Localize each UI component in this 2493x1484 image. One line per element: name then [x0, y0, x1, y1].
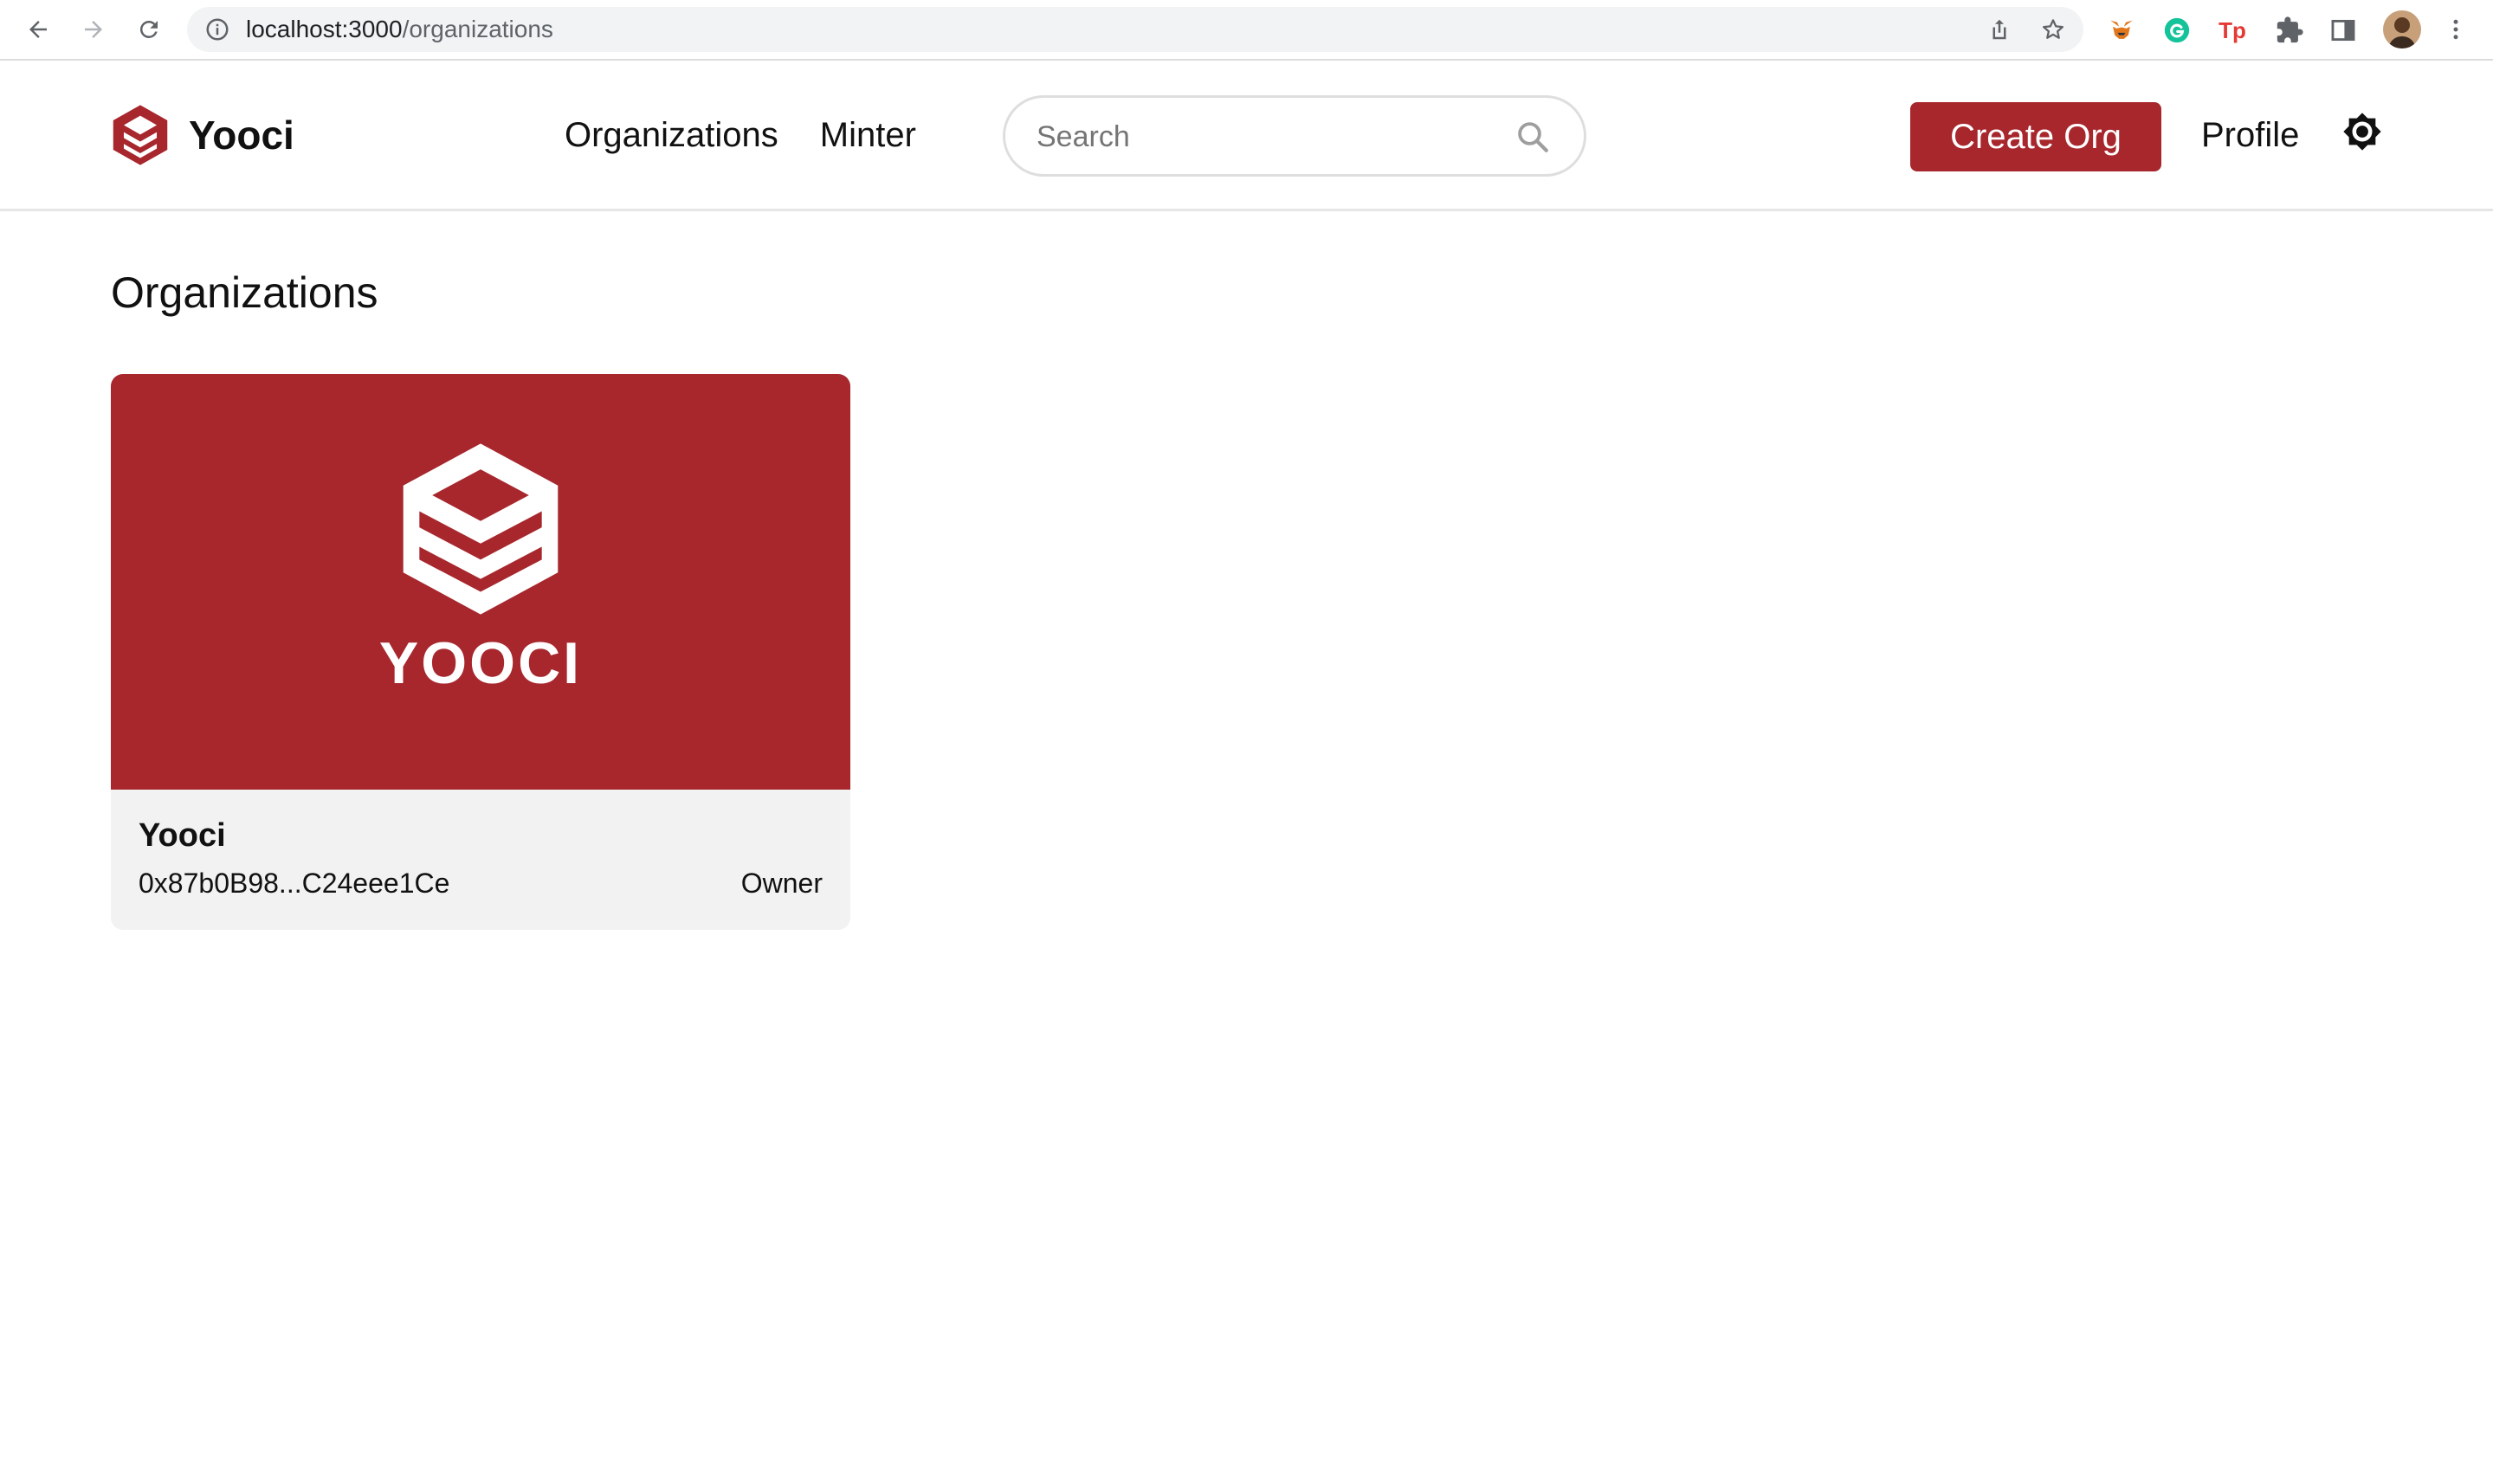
address-bar[interactable]: localhost:3000/organizations	[187, 7, 2083, 52]
brightness-icon	[2343, 113, 2381, 151]
browser-toolbar: localhost:3000/organizations Tp	[0, 0, 2493, 61]
yooci-cube-logo-icon	[403, 443, 559, 615]
reload-button[interactable]	[132, 12, 166, 47]
nav-link-minter[interactable]: Minter	[820, 114, 916, 156]
puzzle-icon[interactable]	[2274, 15, 2305, 46]
organization-address: 0x87b0B98...C24eee1Ce	[139, 868, 450, 899]
browser-profile-avatar[interactable]	[2383, 10, 2421, 48]
side-panel-glyph	[2331, 19, 2355, 42]
search-box	[1003, 95, 1586, 177]
profile-link[interactable]: Profile	[2201, 114, 2299, 156]
app-header: Yooci Organizations Minter Create Org Pr…	[0, 61, 2493, 211]
search-icon[interactable]	[1515, 119, 1551, 155]
fox-glyph	[2110, 20, 2133, 39]
nav-link-organizations[interactable]: Organizations	[565, 114, 778, 156]
organization-role: Owner	[740, 868, 823, 899]
site-info-icon[interactable]	[204, 16, 230, 42]
arrow-right-icon	[85, 21, 102, 38]
search-input[interactable]	[1035, 113, 1506, 160]
banner-wordmark: YOOCI	[378, 630, 583, 696]
page-title: Organizations	[111, 268, 378, 317]
organization-name: Yooci	[139, 817, 226, 854]
reload-icon	[139, 20, 158, 38]
back-button[interactable]	[21, 12, 55, 47]
share-icon[interactable]	[1986, 16, 2012, 42]
puzzle-glyph	[2277, 16, 2303, 43]
metamask-fox-icon[interactable]	[2106, 15, 2137, 46]
grammarly-glyph	[2164, 17, 2190, 43]
url-host: localhost:3000	[246, 16, 403, 42]
side-panel-icon[interactable]	[2328, 15, 2359, 46]
forward-button[interactable]	[76, 12, 111, 47]
browser-menu-button[interactable]	[2438, 12, 2473, 47]
brand-name: Yooci	[189, 113, 294, 158]
main-nav: Organizations Minter	[565, 114, 916, 156]
url-text: localhost:3000/organizations	[246, 16, 553, 42]
create-org-button[interactable]: Create Org	[1910, 102, 2161, 171]
person-icon	[2388, 17, 2416, 48]
kebab-menu-icon	[2453, 19, 2458, 40]
organization-card[interactable]: YOOCI Yooci 0x87b0B98...C24eee1Ce Owner	[111, 374, 850, 930]
tp-label: Tp	[2219, 16, 2246, 43]
grammarly-icon[interactable]	[2161, 15, 2193, 46]
bookmark-star-icon[interactable]	[2040, 16, 2066, 42]
arrow-left-icon	[29, 21, 47, 38]
brand-logo-link[interactable]: Yooci	[111, 104, 294, 166]
tp-icon[interactable]: Tp	[2217, 15, 2248, 46]
organization-banner: YOOCI	[111, 374, 850, 790]
url-path: /organizations	[402, 16, 553, 42]
theme-toggle-button[interactable]	[2341, 111, 2383, 152]
yooci-logo-icon	[113, 105, 168, 165]
